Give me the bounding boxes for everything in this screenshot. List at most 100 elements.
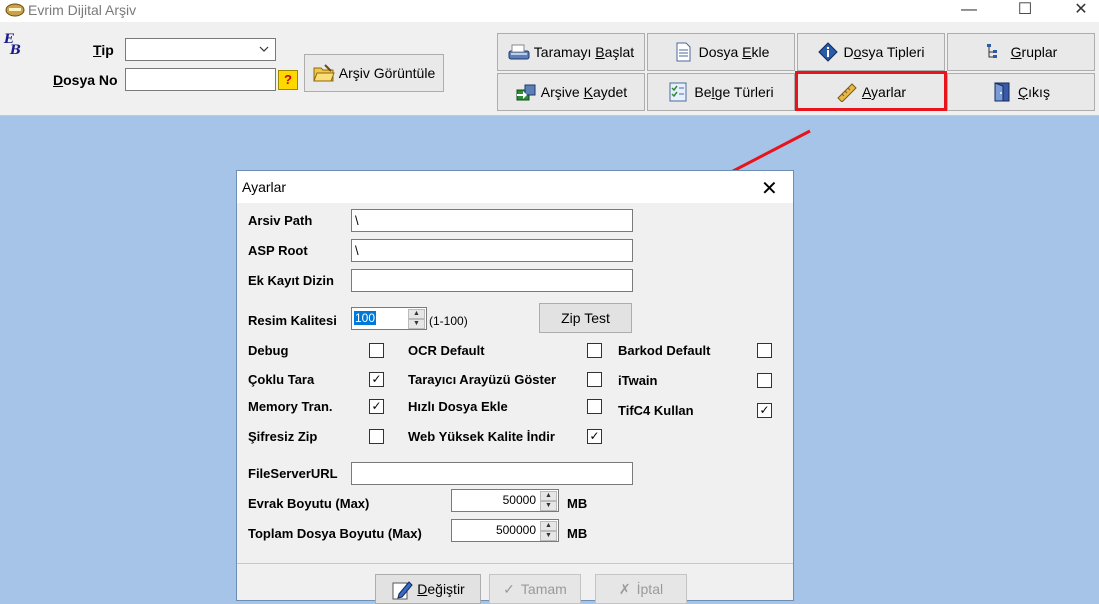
- dialog-title-bar: Ayarlar ✕: [237, 171, 793, 203]
- toplam-boyut-value: 500000: [495, 523, 536, 537]
- ek-kayit-input[interactable]: [351, 269, 633, 292]
- spin-down-icon[interactable]: ▼: [540, 501, 557, 511]
- arsiv-path-label: Arsiv Path: [248, 213, 313, 228]
- maximize-button[interactable]: ☐: [1002, 0, 1048, 22]
- spin-up-icon[interactable]: ▲: [540, 521, 557, 531]
- gruplar-label: Gruplar: [1010, 44, 1058, 60]
- ek-kayit-label: Ek Kayıt Dizin: [248, 273, 334, 288]
- toplam-boyut-label: Toplam Dosya Boyutu (Max): [248, 526, 422, 541]
- ocr-default-label: OCR Default: [408, 343, 485, 358]
- asp-root-input[interactable]: \: [351, 239, 633, 262]
- arsiv-goruntule-button[interactable]: Arşiv Görüntüle: [304, 54, 444, 92]
- fileserver-input[interactable]: [351, 462, 633, 485]
- tip-select[interactable]: [125, 38, 276, 61]
- tamam-button[interactable]: ✓ Tamam: [489, 574, 581, 604]
- checklist-icon: [668, 82, 688, 102]
- iptal-label: İptal: [636, 581, 664, 597]
- toplam-boyut-spinner[interactable]: 500000 ▲ ▼: [451, 519, 559, 542]
- save-arrow-icon: [515, 82, 536, 102]
- folder-open-icon: [313, 63, 335, 83]
- edit-pencil-icon: [391, 579, 413, 600]
- belge-turleri-button[interactable]: Belge Türleri: [647, 73, 795, 111]
- fileserver-label: FileServerURL: [248, 466, 338, 481]
- dosyano-label: Dosya No: [53, 72, 118, 88]
- resim-kalitesi-value: 100: [354, 311, 377, 325]
- footer-divider: [237, 563, 793, 564]
- check-icon: ✓: [503, 580, 515, 597]
- dosya-ekle-label: Dosya Ekle: [698, 44, 770, 60]
- spin-up-icon[interactable]: ▲: [408, 309, 425, 319]
- barkod-default-checkbox[interactable]: [757, 343, 772, 358]
- evrak-boyutu-spinner[interactable]: 50000 ▲ ▼: [451, 489, 559, 512]
- close-window-button[interactable]: ✕: [1058, 0, 1099, 22]
- arsive-kaydet-label: Arşive Kaydet: [540, 84, 628, 100]
- memory-tran-checkbox[interactable]: ✓: [369, 399, 384, 414]
- resim-kalitesi-range: (1-100): [429, 314, 468, 328]
- tarayici-arayuzu-checkbox[interactable]: [587, 372, 602, 387]
- debug-label: Debug: [248, 343, 289, 358]
- sifresiz-zip-checkbox[interactable]: [369, 429, 384, 444]
- ocr-default-checkbox[interactable]: [587, 343, 602, 358]
- dosya-ekle-button[interactable]: Dosya Ekle: [647, 33, 795, 71]
- document-icon: [673, 42, 693, 62]
- resim-kalitesi-label: Resim Kalitesi: [248, 313, 337, 328]
- spin-down-icon[interactable]: ▼: [540, 531, 557, 541]
- degistir-label: Değiştir: [417, 581, 465, 597]
- cancel-x-icon: ✗: [618, 580, 631, 597]
- web-yuksek-kalite-checkbox[interactable]: ✓: [587, 429, 602, 444]
- arsiv-button-label: Arşiv Görüntüle: [338, 65, 436, 81]
- hizli-dosya-ekle-label: Hızlı Dosya Ekle: [408, 399, 508, 414]
- dialog-title: Ayarlar: [242, 179, 287, 195]
- tifc4-kullan-checkbox[interactable]: ✓: [757, 403, 772, 418]
- ayarlar-dialog: Ayarlar ✕ Arsiv Path \ ASP Root \ Ek Kay…: [236, 170, 794, 604]
- spin-up-icon[interactable]: ▲: [540, 491, 557, 501]
- toplam-unit: MB: [567, 526, 588, 541]
- dosya-tipleri-button[interactable]: Dosya Tipleri: [797, 33, 945, 71]
- title-bar: Evrim Dijital Arşiv — ☐ ✕: [0, 0, 1099, 22]
- debug-checkbox[interactable]: [369, 343, 384, 358]
- tree-icon: [985, 42, 1005, 62]
- asp-root-label: ASP Root: [248, 243, 308, 258]
- web-yuksek-kalite-label: Web Yüksek Kalite İndir: [408, 429, 555, 444]
- tifc4-kullan-label: TifC4 Kullan: [618, 403, 694, 418]
- sifresiz-zip-label: Şifresiz Zip: [248, 429, 318, 444]
- info-icon: [817, 42, 838, 62]
- logo-letter-b: B: [10, 43, 21, 58]
- hizli-dosya-ekle-checkbox[interactable]: [587, 399, 602, 414]
- help-icon[interactable]: ?: [278, 70, 298, 90]
- tip-label: Tip: [93, 42, 114, 58]
- dosya-tipleri-label: Dosya Tipleri: [843, 44, 925, 60]
- evrak-boyutu-value: 50000: [502, 493, 536, 507]
- itwain-label: iTwain: [618, 373, 658, 388]
- coklu-tara-checkbox[interactable]: ✓: [369, 372, 384, 387]
- degistir-button[interactable]: Değiştir: [375, 574, 481, 604]
- eb-logo: E B: [4, 33, 21, 58]
- coklu-tara-label: Çoklu Tara: [248, 372, 315, 387]
- highlight-box: [795, 71, 947, 111]
- tamam-label: Tamam: [520, 581, 567, 597]
- memory-tran-label: Memory Tran.: [248, 399, 333, 414]
- evrak-unit: MB: [567, 496, 588, 511]
- arsive-kaydet-button[interactable]: Arşive Kaydet: [497, 73, 645, 111]
- minimize-button[interactable]: —: [946, 0, 992, 22]
- zip-test-button[interactable]: Zip Test: [539, 303, 632, 333]
- cikis-button[interactable]: Çıkış: [947, 73, 1095, 111]
- itwain-checkbox[interactable]: [757, 373, 772, 388]
- app-icon: [5, 2, 25, 18]
- tarayici-arayuzu-label: Tarayıcı Arayüzü Göster: [408, 372, 557, 387]
- arsiv-path-input[interactable]: \: [351, 209, 633, 232]
- spin-down-icon[interactable]: ▼: [408, 319, 425, 329]
- close-icon[interactable]: ✕: [761, 176, 778, 201]
- gruplar-button[interactable]: Gruplar: [947, 33, 1095, 71]
- iptal-button[interactable]: ✗ İptal: [595, 574, 687, 604]
- barkod-default-label: Barkod Default: [618, 343, 711, 358]
- cikis-label: Çıkış: [1018, 84, 1050, 100]
- scanner-icon: [508, 42, 530, 62]
- window-title: Evrim Dijital Arşiv: [28, 2, 137, 18]
- belge-turleri-label: Belge Türleri: [694, 84, 774, 100]
- taramayi-baslat-button[interactable]: Taramayı Başlat: [497, 33, 645, 71]
- dosyano-input[interactable]: [125, 68, 276, 91]
- chevron-down-icon: [259, 41, 269, 60]
- resim-kalitesi-spinner[interactable]: 100 ▲ ▼: [351, 307, 427, 330]
- evrak-boyutu-label: Evrak Boyutu (Max): [248, 496, 370, 511]
